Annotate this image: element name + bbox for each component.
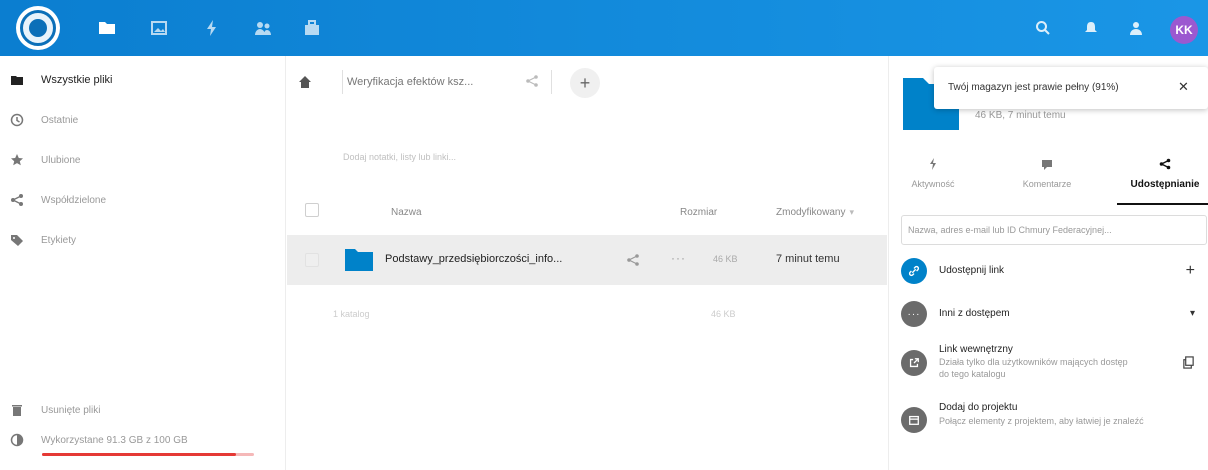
contacts-menu-icon[interactable]: [1127, 19, 1145, 37]
tab-label: Komentarze: [1022, 179, 1072, 189]
activity-icon[interactable]: [202, 18, 222, 38]
column-header-name[interactable]: Nazwa: [391, 207, 422, 218]
internal-link-title: Link wewnętrzny: [939, 344, 1013, 355]
share-icon: [1159, 158, 1171, 170]
sidebar-item-favorites[interactable]: Ulubione: [0, 140, 286, 180]
sidebar-item-label: Usunięte pliki: [41, 404, 101, 416]
add-to-project-row[interactable]: Dodaj do projektu Połącz elementy z proj…: [901, 401, 1207, 461]
sidebar-item-label: Ulubione: [41, 154, 81, 166]
internal-link-row: Link wewnętrzny Działa tylko dla użytkow…: [901, 344, 1207, 394]
sidebar-item-all-files[interactable]: Wszystkie pliki: [0, 60, 286, 100]
folder-icon: [10, 73, 24, 87]
file-list-area: Weryfikacja efektów ksz... + Dodaj notat…: [287, 56, 887, 470]
share-link-label: Udostępnij link: [939, 265, 1005, 276]
share-search-input[interactable]: [901, 215, 1207, 245]
breadcrumb: Weryfikacja efektów ksz... +: [287, 56, 887, 106]
folder-icon: [345, 247, 373, 271]
column-header-modified-label: Zmodyfikowany: [776, 207, 846, 218]
others-with-access-row[interactable]: ··· Inni z dostępem ▾: [901, 301, 1207, 329]
file-size: 46 KB: [713, 254, 738, 264]
table-header: Nazwa Rozmiar Zmodyfikowany ▾: [287, 191, 887, 235]
breadcrumb-divider: [551, 70, 552, 94]
quota-progress-bar: [42, 453, 254, 456]
select-all-checkbox[interactable]: [305, 203, 319, 217]
more-actions-icon[interactable]: ···: [671, 251, 686, 265]
sidebar-item-recent[interactable]: Ostatnie: [0, 100, 286, 140]
tag-icon: [10, 233, 24, 247]
file-modified: 7 minut temu: [776, 253, 840, 265]
files-icon[interactable]: [97, 18, 117, 38]
logo[interactable]: [16, 6, 60, 50]
sidebar-item-label: Etykiety: [41, 234, 77, 246]
comment-icon: [1041, 158, 1053, 170]
quota-progress-fill: [42, 453, 236, 456]
activity-icon: [927, 158, 939, 170]
sidebar-item-label: Wszystkie pliki: [41, 74, 113, 86]
photos-icon[interactable]: [149, 18, 169, 38]
table-row[interactable]: Podstawy_przedsiębiorczości_info... ··· …: [287, 235, 887, 285]
chevron-down-icon[interactable]: ▾: [1190, 308, 1195, 319]
others-label: Inni z dostępem: [939, 308, 1010, 319]
project-desc: Połącz elementy z projektem, aby łatwiej…: [939, 416, 1144, 426]
link-icon: [901, 258, 927, 284]
tab-activity[interactable]: Aktywność: [901, 158, 965, 204]
notifications-icon[interactable]: [1082, 19, 1100, 37]
details-sidebar: 46 KB, 7 minut temu Aktywność Komentarze…: [888, 56, 1208, 470]
quota-label: Wykorzystane 91.3 GB z 100 GB: [41, 434, 188, 446]
home-icon[interactable]: [297, 74, 313, 90]
row-checkbox[interactable]: [305, 253, 319, 267]
summary-count: 1 katalog: [333, 309, 370, 319]
more-icon: ···: [901, 301, 927, 327]
sidebar: Wszystkie pliki Ostatnie Ulubione Współd…: [0, 56, 286, 470]
clock-icon: [10, 113, 24, 127]
sidebar-item-tags[interactable]: Etykiety: [0, 220, 286, 260]
summary-size: 46 KB: [711, 309, 736, 319]
header-bar: KK: [0, 0, 1208, 56]
sort-indicator-icon: ▾: [849, 207, 854, 217]
rich-workspace-placeholder[interactable]: Dodaj notatki, listy lub linki...: [343, 152, 456, 162]
share-link-row[interactable]: Udostępnij link +: [901, 258, 1207, 286]
star-icon: [10, 153, 24, 167]
tab-label: Udostępnianie: [1130, 179, 1200, 190]
user-avatar[interactable]: KK: [1170, 16, 1198, 44]
external-link-icon: [901, 350, 927, 376]
project-icon: [901, 407, 927, 433]
tab-label: Aktywność: [911, 179, 955, 189]
close-icon[interactable]: ✕: [1178, 79, 1189, 95]
share-icon: [10, 193, 24, 207]
column-header-modified[interactable]: Zmodyfikowany ▾: [776, 207, 854, 218]
contacts-icon[interactable]: [253, 18, 273, 38]
share-icon[interactable]: [525, 74, 539, 88]
share-icon[interactable]: [626, 253, 640, 267]
breadcrumb-current[interactable]: Weryfikacja efektów ksz...: [347, 76, 473, 88]
tab-comments[interactable]: Komentarze: [1007, 158, 1087, 204]
sidebar-item-label: Ostatnie: [41, 114, 79, 126]
file-meta: 46 KB, 7 minut temu: [975, 110, 1066, 121]
deck-icon[interactable]: [302, 18, 322, 38]
add-share-link-button[interactable]: +: [1186, 262, 1195, 280]
file-name[interactable]: Podstawy_przedsiębiorczości_info...: [385, 253, 562, 265]
quota-pie-icon: [10, 433, 24, 447]
new-file-button[interactable]: +: [570, 68, 600, 98]
project-title: Dodaj do projektu: [939, 402, 1018, 413]
internal-link-desc: Działa tylko dla użytkowników mających d…: [939, 357, 1128, 379]
column-header-size[interactable]: Rozmiar: [680, 207, 717, 218]
breadcrumb-separator: [329, 70, 343, 94]
sidebar-item-label: Współdzielone: [41, 194, 107, 206]
sidebar-item-shared[interactable]: Współdzielone: [0, 180, 286, 220]
tab-sharing[interactable]: Udostępnianie: [1121, 158, 1208, 204]
toast-message: Twój magazyn jest prawie pełny (91%): [948, 82, 1119, 93]
storage-warning-toast: Twój magazyn jest prawie pełny (91%) ✕: [934, 67, 1208, 109]
active-tab-indicator: [1117, 203, 1208, 205]
copy-icon[interactable]: [1182, 356, 1195, 372]
trash-icon: [10, 403, 24, 417]
search-icon[interactable]: [1034, 19, 1052, 37]
